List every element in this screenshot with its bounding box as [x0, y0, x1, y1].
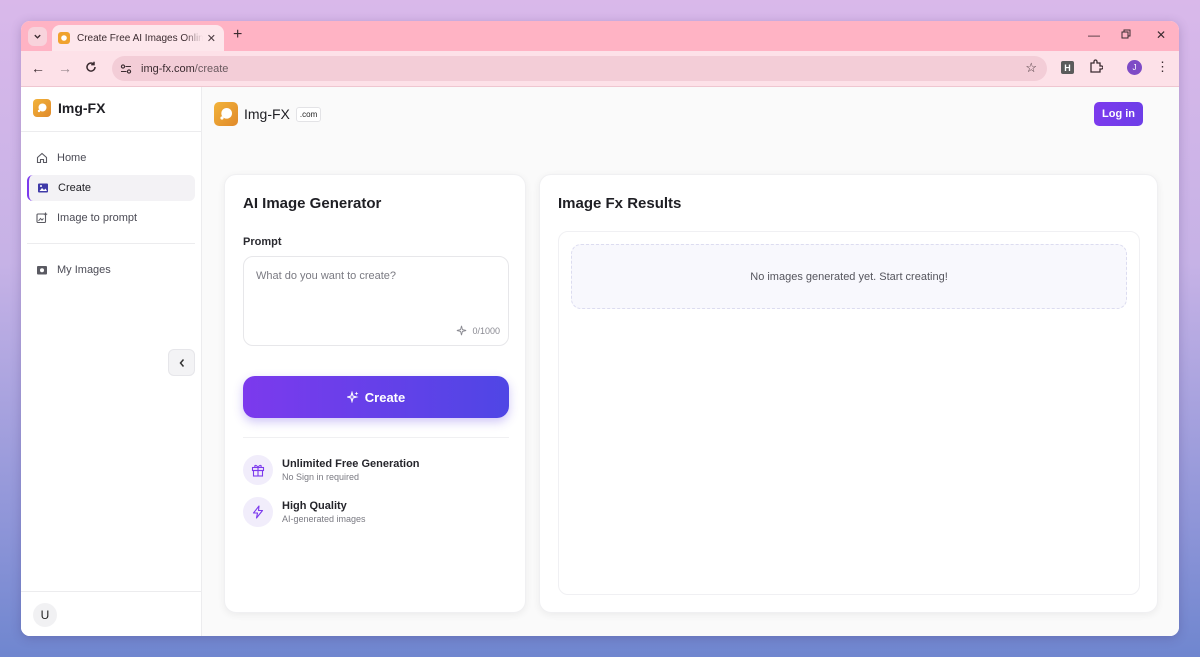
empty-state: No images generated yet. Start creating!: [571, 244, 1127, 309]
sidebar-item-label: My Images: [57, 264, 111, 276]
chevron-left-icon: [179, 358, 184, 367]
sidebar-divider: [21, 131, 202, 132]
sidebar-item-home[interactable]: Home: [27, 145, 195, 171]
results-card: Image Fx Results No images generated yet…: [539, 174, 1158, 613]
feature-unlimited: Unlimited Free Generation No Sign in req…: [243, 455, 420, 485]
forward-icon[interactable]: →: [58, 60, 72, 76]
restore-icon[interactable]: [1121, 28, 1131, 42]
collapse-sidebar-button[interactable]: [168, 349, 195, 376]
site-info-icon[interactable]: [119, 62, 133, 76]
url-text: img-fx.com/create: [141, 63, 228, 75]
image-add-icon: [36, 212, 48, 224]
profile-avatar[interactable]: J: [1127, 60, 1142, 75]
feature-quality: High Quality AI-generated images: [243, 497, 366, 527]
reload-icon[interactable]: [85, 60, 97, 76]
chevron-down-icon: [34, 34, 41, 39]
minimize-icon[interactable]: —: [1088, 28, 1100, 42]
domain-badge: .com: [295, 106, 322, 122]
sparkle-icon[interactable]: [456, 325, 467, 336]
feature-subtitle: No Sign in required: [282, 472, 360, 482]
sidebar: Img-FX Home Create Image to prompt My Im…: [21, 87, 202, 636]
browser-toolbar: ← → img-fx.com/create ☆ H J ⋮: [21, 51, 1179, 87]
address-bar[interactable]: img-fx.com/create ☆: [112, 56, 1047, 81]
sidebar-brand[interactable]: Img-FX: [33, 99, 105, 117]
sidebar-brand-name: Img-FX: [58, 100, 106, 116]
lightning-icon: [243, 497, 273, 527]
results-title: Image Fx Results: [558, 195, 682, 212]
generator-card: AI Image Generator Prompt What do you wa…: [224, 174, 526, 613]
browser-window: Create Free AI Images Online W ✕ + — ✕ ←…: [21, 21, 1179, 636]
extensions-puzzle-icon[interactable]: [1089, 59, 1104, 78]
card-divider: [243, 437, 509, 438]
header-brand-name: Img-FX: [244, 106, 290, 122]
home-icon: [36, 152, 48, 164]
results-gallery: No images generated yet. Start creating!: [558, 231, 1140, 595]
login-button[interactable]: Log in: [1094, 102, 1143, 126]
sidebar-footer-divider: [21, 591, 202, 592]
create-button[interactable]: Create: [243, 376, 509, 418]
sidebar-item-create[interactable]: Create: [27, 175, 195, 201]
user-avatar[interactable]: U: [33, 603, 57, 627]
tab-search-button[interactable]: [28, 27, 47, 46]
header-brand[interactable]: Img-FX .com: [214, 102, 322, 126]
feature-title: High Quality: [282, 500, 347, 512]
sidebar-item-my-images[interactable]: My Images: [27, 257, 195, 283]
url-path: /create: [194, 62, 229, 75]
empty-message: No images generated yet. Start creating!: [750, 270, 948, 283]
back-icon[interactable]: ←: [31, 60, 45, 76]
new-tab-icon[interactable]: +: [233, 27, 242, 43]
sidebar-item-label: Image to prompt: [57, 212, 138, 224]
feature-text: High Quality AI-generated images: [282, 499, 366, 525]
prompt-input[interactable]: What do you want to create? 0/1000: [243, 256, 509, 346]
gift-icon: [243, 455, 273, 485]
feature-text: Unlimited Free Generation No Sign in req…: [282, 457, 420, 483]
prompt-placeholder: What do you want to create?: [256, 270, 397, 282]
tab-close-icon[interactable]: ✕: [207, 32, 216, 45]
prompt-label: Prompt: [243, 236, 282, 248]
tab-strip: Create Free AI Images Online W ✕ + — ✕: [21, 21, 1179, 51]
browser-tab[interactable]: Create Free AI Images Online W ✕: [52, 25, 224, 51]
close-window-icon[interactable]: ✕: [1156, 28, 1166, 42]
extension-h-icon[interactable]: H: [1061, 61, 1074, 74]
favicon-icon: [58, 32, 70, 44]
camera-icon: [36, 264, 48, 276]
sparkle-icon: [346, 391, 359, 403]
feature-subtitle: AI-generated images: [282, 514, 366, 524]
tab-title: Create Free AI Images Online W: [77, 32, 203, 44]
logo-icon: [33, 99, 51, 117]
feature-title: Unlimited Free Generation: [282, 458, 420, 470]
sidebar-item-label: Create: [58, 182, 92, 194]
page: Img-FX Home Create Image to prompt My Im…: [21, 87, 1179, 636]
sidebar-divider: [27, 243, 195, 244]
bookmark-star-icon[interactable]: ☆: [1025, 60, 1037, 76]
char-count: 0/1000: [456, 325, 500, 336]
more-menu-icon[interactable]: ⋮: [1156, 59, 1169, 75]
sidebar-item-image-to-prompt[interactable]: Image to prompt: [27, 205, 195, 231]
image-icon: [37, 182, 49, 194]
char-count-text: 0/1000: [472, 325, 500, 336]
url-domain: img-fx.com: [141, 62, 195, 75]
generator-title: AI Image Generator: [243, 195, 382, 212]
sidebar-item-label: Home: [57, 152, 87, 164]
logo-icon: [214, 102, 238, 126]
create-button-label: Create: [364, 389, 406, 405]
